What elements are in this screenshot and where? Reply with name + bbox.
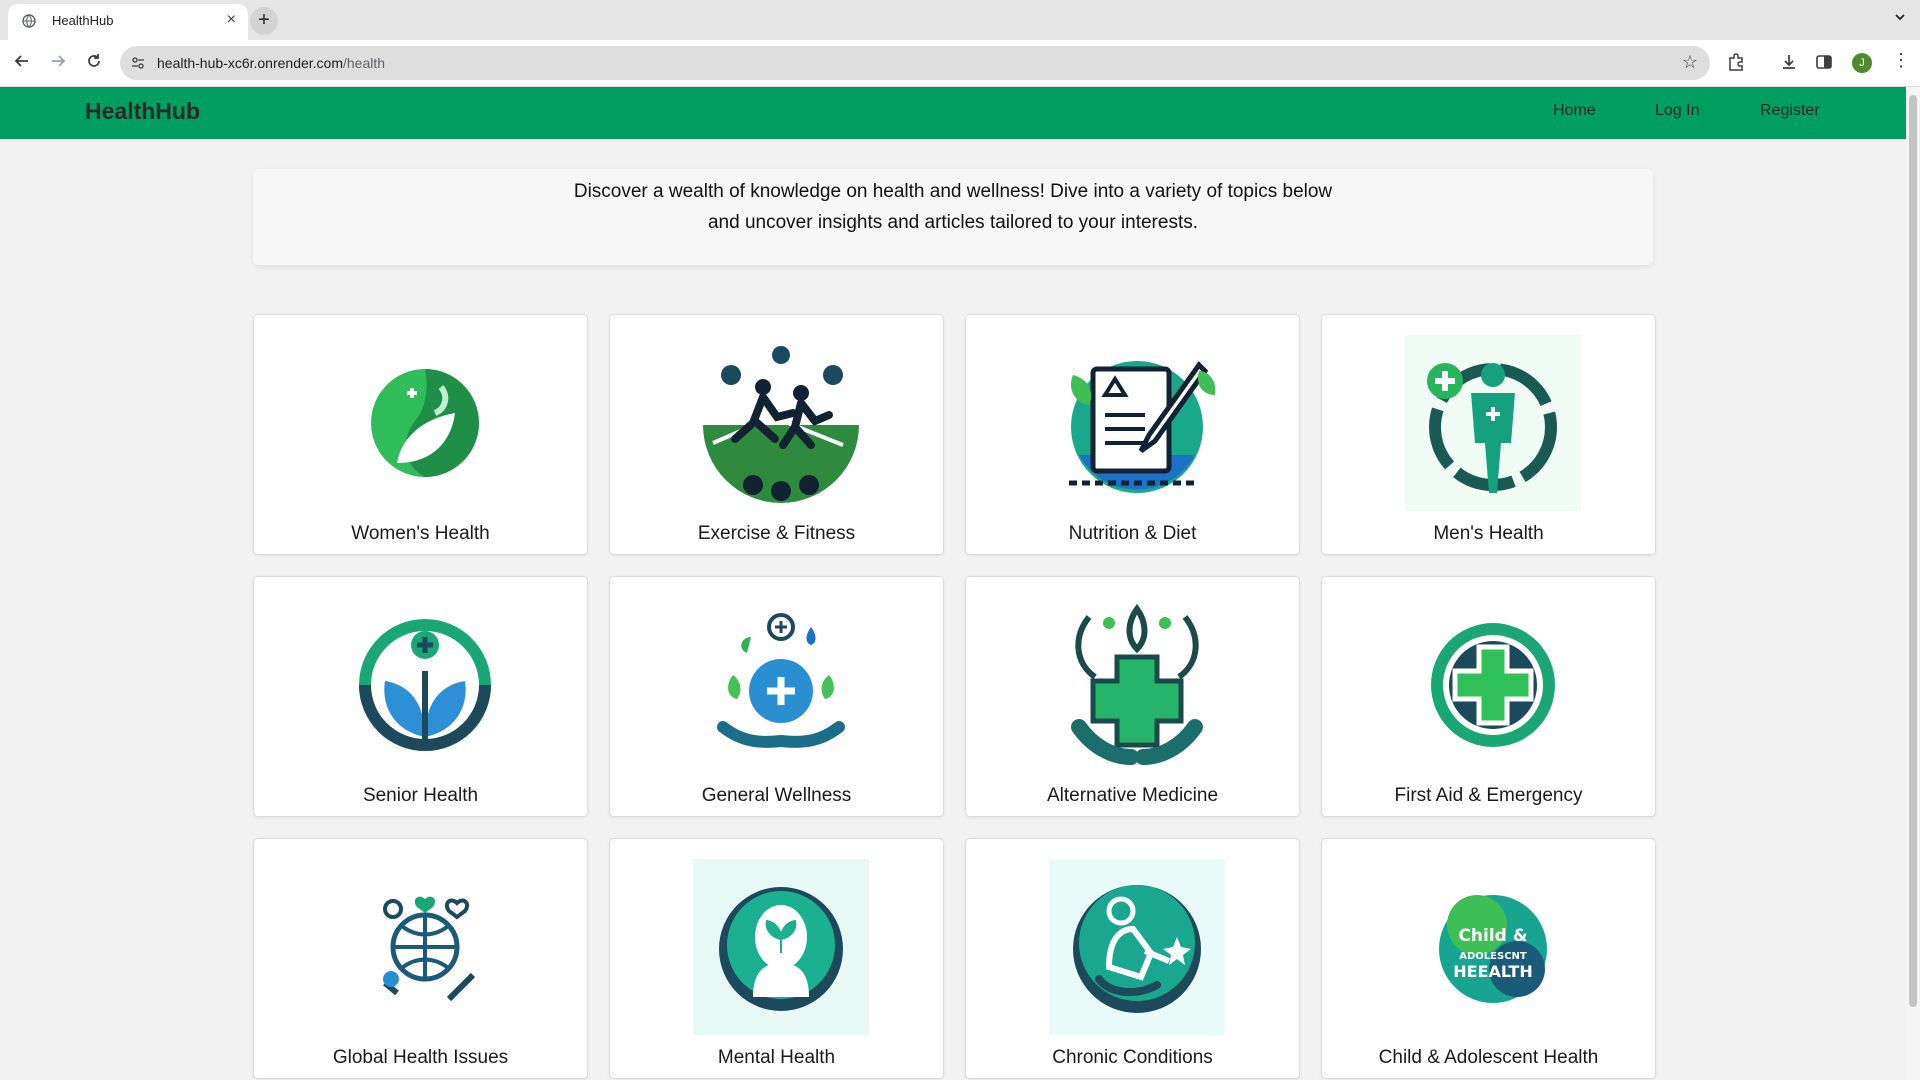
chronic-conditions-icon [1049, 859, 1225, 1035]
badge-line-2: ADOLESCNT [1459, 951, 1527, 962]
tab-search-chevron-icon[interactable] [1894, 10, 1906, 26]
topic-label: Exercise & Fitness [697, 523, 856, 544]
download-icon[interactable] [1779, 52, 1801, 74]
topic-label: Alternative Medicine [1046, 785, 1219, 806]
bookmark-star-icon[interactable]: ☆ [1682, 52, 1698, 73]
nav-register-link[interactable]: Register [1760, 102, 1820, 120]
exercise-fitness-icon [693, 335, 869, 511]
topic-card-global-health-issues[interactable]: Global Health Issues [253, 838, 588, 1079]
topic-label: Chronic Conditions [1052, 1047, 1213, 1068]
topic-card-womens-health[interactable]: Women's Health [253, 314, 588, 555]
topic-label: Women's Health [351, 523, 490, 544]
tab-close-icon[interactable]: × [227, 11, 236, 29]
page-viewport: HealthHub Home Log In Register Discover … [0, 87, 1906, 1080]
topic-card-nutrition-diet[interactable]: Nutrition & Diet [965, 314, 1300, 555]
new-tab-button[interactable]: + [250, 7, 278, 35]
topic-card-general-wellness[interactable]: General Wellness [609, 576, 944, 817]
side-panel-icon[interactable] [1814, 52, 1836, 74]
topic-label: First Aid & Emergency [1394, 785, 1583, 806]
topic-label: Senior Health [362, 785, 479, 806]
extensions-icon[interactable] [1726, 52, 1748, 74]
site-logo[interactable]: HealthHub [85, 98, 200, 125]
nav-login-link[interactable]: Log In [1655, 102, 1699, 120]
globe-icon [22, 14, 36, 33]
site-info-icon[interactable] [131, 56, 145, 75]
tab-title: HealthHub [52, 13, 114, 28]
browser-menu-icon[interactable]: ⋮ [1892, 50, 1910, 71]
first-aid-icon [1405, 597, 1581, 773]
topic-label: Mental Health [717, 1047, 836, 1068]
mens-health-icon [1405, 335, 1581, 511]
general-wellness-icon [693, 597, 869, 773]
topic-card-senior-health[interactable]: Senior Health [253, 576, 588, 817]
browser-toolbar: health-hub-xc6r.onrender.com/health ☆ J … [0, 40, 1920, 87]
topic-label: General Wellness [701, 785, 852, 806]
intro-banner: Discover a wealth of knowledge on health… [253, 169, 1653, 265]
topic-card-first-aid-emergency[interactable]: First Aid & Emergency [1321, 576, 1656, 817]
topic-card-chronic-conditions[interactable]: Chronic Conditions [965, 838, 1300, 1079]
forward-arrow-icon[interactable] [47, 52, 69, 74]
global-health-icon [337, 859, 513, 1035]
nav-home-link[interactable]: Home [1553, 102, 1596, 120]
browser-tab[interactable]: HealthHub × [8, 4, 248, 40]
topic-label: Men's Health [1433, 523, 1544, 544]
topic-card-mental-health[interactable]: Mental Health [609, 838, 944, 1079]
browser-tabstrip: HealthHub × + [0, 0, 1920, 40]
profile-avatar[interactable]: J [1852, 53, 1872, 73]
intro-text: Discover a wealth of knowledge on health… [573, 181, 1333, 233]
topic-card-alternative-medicine[interactable]: Alternative Medicine [965, 576, 1300, 817]
badge-line-3: HEEALTH [1453, 962, 1532, 981]
back-arrow-icon[interactable] [11, 52, 33, 74]
nutrition-diet-icon [1049, 335, 1225, 511]
child-adolescent-health-icon: Child & ADOLESCNT HEEALTH [1405, 859, 1581, 1035]
topic-card-child-adolescent-health[interactable]: Child & ADOLESCNT HEEALTH Child & Adoles… [1321, 838, 1656, 1079]
womens-health-icon [337, 335, 513, 511]
site-navbar: HealthHub Home Log In Register [0, 87, 1906, 139]
topic-card-mens-health[interactable]: Men's Health [1321, 314, 1656, 555]
scrollbar-thumb[interactable] [1909, 95, 1917, 1007]
topic-card-exercise-fitness[interactable]: Exercise & Fitness [609, 314, 944, 555]
senior-health-icon [337, 597, 513, 773]
url-text[interactable]: health-hub-xc6r.onrender.com/health [157, 55, 385, 71]
badge-line-1: Child & [1458, 926, 1527, 946]
alternative-medicine-icon [1049, 597, 1225, 773]
mental-health-icon [693, 859, 869, 1035]
topic-label: Nutrition & Diet [1068, 523, 1197, 544]
reload-icon[interactable] [83, 52, 105, 74]
topic-label: Child & Adolescent Health [1378, 1047, 1599, 1068]
page-scrollbar[interactable] [1906, 87, 1920, 1080]
topic-label: Global Health Issues [332, 1047, 509, 1068]
address-bar[interactable]: health-hub-xc6r.onrender.com/health ☆ [120, 46, 1710, 80]
